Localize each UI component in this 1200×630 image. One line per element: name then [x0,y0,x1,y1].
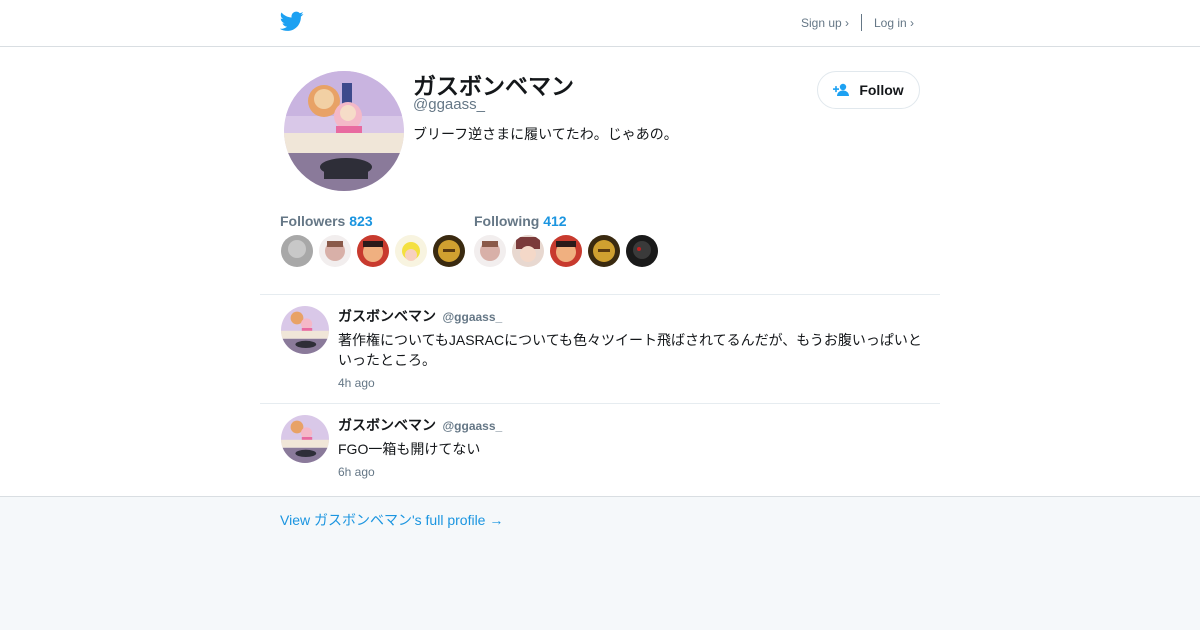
sign-up-link[interactable]: Sign up › [801,16,849,30]
tweet-timestamp[interactable]: 4h ago [338,376,375,390]
profile-avatar[interactable] [284,71,404,191]
profile-bio: ブリーフ逆さまに履いてたわ。じゃあの。 [413,126,678,142]
following-count: 412 [543,213,567,229]
followers-avatar-list [281,235,465,267]
follower-avatar[interactable] [395,235,427,267]
follower-avatar[interactable] [319,235,351,267]
following-label: Following [474,213,540,229]
top-bar: Sign up › Log in › [0,0,1200,47]
following-avatar[interactable] [588,235,620,267]
tweet-author-handle[interactable]: @ggaass_ [442,310,502,324]
tweet-timestamp[interactable]: 6h ago [338,465,375,479]
follow-label: Follow [859,82,904,98]
tweet-author-handle[interactable]: @ggaass_ [442,419,502,433]
followers-stat[interactable]: Followers 823 [280,213,373,229]
followers-label: Followers [280,213,346,229]
tweet-header: ガスボンベマン @ggaass_ [338,306,502,326]
tweet-author-name[interactable]: ガスボンベマン [338,417,436,433]
followers-count: 823 [349,213,373,229]
following-avatar[interactable] [626,235,658,267]
twitter-bird-icon[interactable] [280,11,304,32]
add-person-icon [833,83,850,96]
tweet-author-name[interactable]: ガスボンベマン [338,308,436,324]
tweet-avatar[interactable] [281,306,329,354]
tweet[interactable]: ガスボンベマン @ggaass_ FGO一箱も開けてない 6h ago [260,415,940,485]
follower-avatar[interactable] [281,235,313,267]
profile-handle: @ggaass_ [413,96,485,113]
following-stat[interactable]: Following 412 [474,213,567,229]
following-avatar[interactable] [512,235,544,267]
nav-divider [861,14,862,31]
tweet-text: FGO一箱も開けてない [338,441,481,457]
tweet-text: 著作権についてもJASRACについても色々ツイート飛ばされてるんだが、もうお腹い… [338,332,922,368]
section-divider [260,294,940,295]
following-avatar[interactable] [474,235,506,267]
following-avatar-list [474,235,658,267]
view-full-profile-link[interactable]: View ガスボンベマン's full profile → [280,510,503,530]
tweet-avatar[interactable] [281,415,329,463]
follow-button[interactable]: Follow [817,71,920,109]
following-avatar[interactable] [550,235,582,267]
log-in-link[interactable]: Log in › [874,16,914,30]
tweet[interactable]: ガスボンベマン @ggaass_ 著作権についてもJASRACについても色々ツイ… [260,306,940,402]
follower-avatar[interactable] [433,235,465,267]
follower-avatar[interactable] [357,235,389,267]
tweet-header: ガスボンベマン @ggaass_ [338,415,502,435]
profile-card: ガスボンベマン @ggaass_ ブリーフ逆さまに履いてたわ。じゃあの。 Fol… [0,47,1200,497]
tweet-divider [260,403,940,404]
